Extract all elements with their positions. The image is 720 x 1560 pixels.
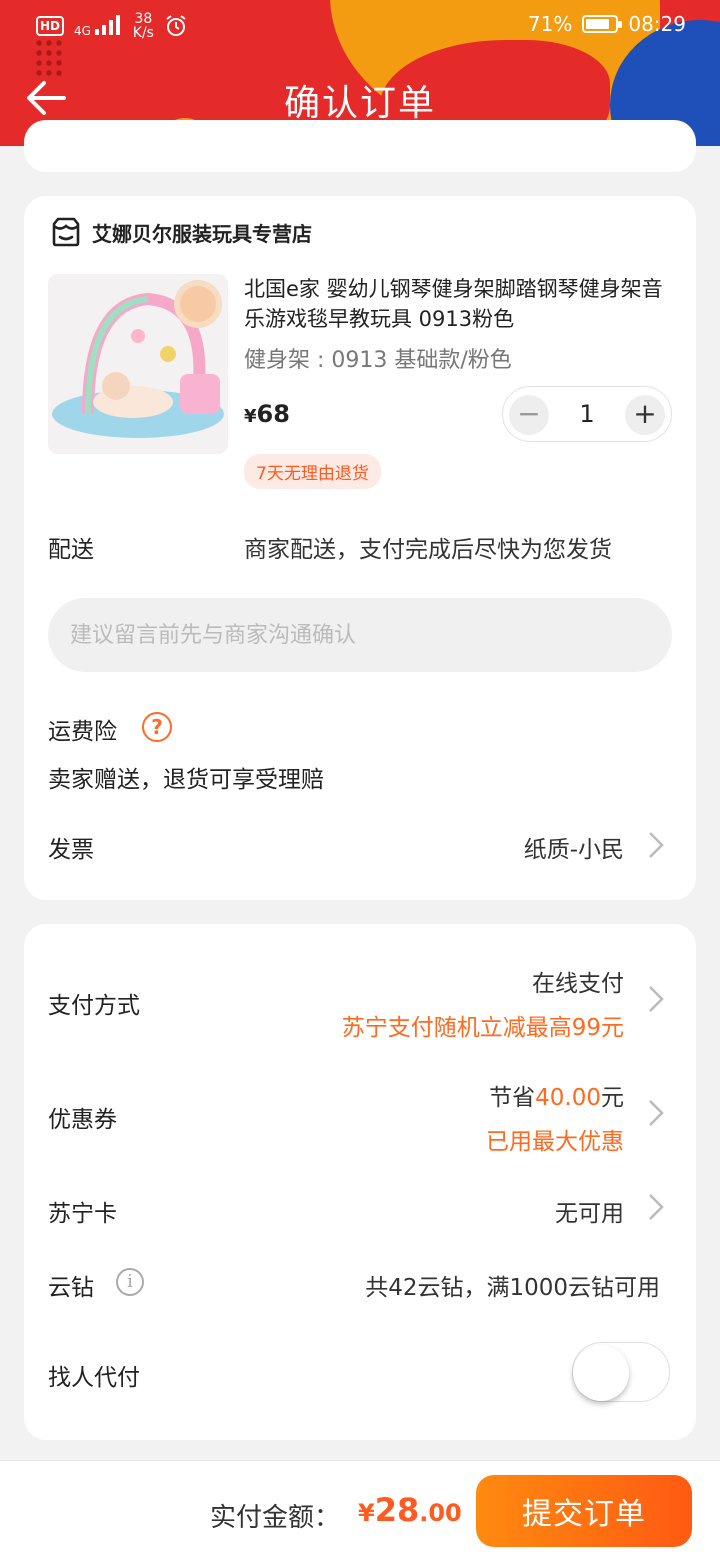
store-order-card: 艾娜贝尔服装玩具专营店 北国e家 婴幼儿钢琴健身架脚踏钢琴健身架音乐游戏毯早教玩…: [24, 196, 696, 900]
payment-promo: 苏宁支付随机立减最高99元: [341, 1015, 624, 1041]
chevron-right-icon: [646, 1098, 666, 1128]
store-header[interactable]: 艾娜贝尔服装玩具专营店: [50, 216, 312, 248]
payment-method-value: 在线支付: [532, 971, 624, 997]
suning-card-value: 无可用: [555, 1201, 624, 1227]
quantity-decrease-button[interactable]: −: [509, 395, 549, 435]
cloud-diamond-value: 共42云钻，满1000云钻可用: [365, 1275, 660, 1301]
total-currency: ¥: [358, 1499, 375, 1527]
chevron-right-icon: [646, 984, 666, 1014]
product-price: ¥68: [244, 400, 290, 428]
find-payer-toggle[interactable]: [572, 1342, 670, 1402]
page-title: 确认订单: [283, 83, 436, 124]
quantity-value[interactable]: 1: [563, 400, 611, 428]
speed-unit: K/s: [132, 25, 154, 41]
help-icon[interactable]: ?: [142, 712, 172, 742]
coupon-label: 优惠券: [48, 1107, 117, 1133]
battery-percent: 71%: [527, 12, 573, 36]
invoice-value: 纸质-小民: [523, 837, 624, 863]
payment-card: 支付方式 在线支付 苏宁支付随机立减最高99元 优惠券 节省40.00元 已用最…: [24, 924, 696, 1440]
total-decimal: .00: [419, 1499, 462, 1527]
coupon-save-suffix: 元: [601, 1085, 624, 1111]
quantity-stepper: − 1 +: [502, 386, 672, 442]
battery-icon: [582, 15, 623, 33]
coupon-save-amount: 40.00: [535, 1085, 601, 1111]
invoice-label: 发票: [48, 837, 94, 863]
price-value: 68: [256, 400, 290, 428]
baby-gym-image: [48, 274, 228, 454]
remark-input[interactable]: [48, 598, 672, 672]
submit-order-button[interactable]: 提交订单: [476, 1475, 692, 1547]
total-integer: 28: [374, 1491, 420, 1529]
payment-method-label: 支付方式: [48, 993, 140, 1019]
coupon-saving: 节省40.00元: [489, 1078, 624, 1112]
cloud-diamond-label: 云钻: [48, 1275, 94, 1301]
hd-icon: HD: [36, 16, 65, 36]
delivery-label: 配送: [48, 537, 94, 563]
product-title[interactable]: 北国e家 婴幼儿钢琴健身架脚踏钢琴健身架音乐游戏毯早教玩具 0913粉色: [244, 274, 674, 334]
suning-card-label: 苏宁卡: [48, 1201, 117, 1227]
signal-bars-icon: [94, 15, 120, 35]
product-image[interactable]: [48, 274, 228, 454]
total-label: 实付金额：: [210, 1503, 341, 1533]
chevron-right-icon: [646, 830, 666, 860]
quantity-increase-button[interactable]: +: [625, 395, 665, 435]
store-name: 艾娜贝尔服装玩具专营店: [92, 221, 312, 246]
find-payer-label: 找人代付: [48, 1365, 140, 1391]
coupon-save-prefix: 节省: [489, 1085, 536, 1111]
store-icon: [52, 217, 80, 247]
network-type: 4G: [74, 24, 91, 38]
return-policy-badge: 7天无理由退货: [244, 454, 381, 489]
delivery-value: 商家配送，支付完成后尽快为您发货: [244, 537, 612, 563]
checkout-bar: 实付金额： ¥28.00 提交订单: [0, 1460, 720, 1560]
currency-symbol: ¥: [244, 406, 257, 427]
product-spec: 健身架 : 0913 基础款/粉色: [244, 348, 512, 373]
clock: 08:29: [628, 12, 686, 36]
total-amount: ¥28.00: [358, 1491, 462, 1529]
alarm-icon: [166, 15, 186, 36]
coupon-status: 已用最大优惠: [486, 1129, 624, 1155]
freight-insurance-desc: 卖家赠送，退货可享受理赔: [48, 767, 324, 793]
toggle-knob: [573, 1345, 629, 1401]
address-card: [24, 120, 696, 172]
chevron-right-icon: [646, 1192, 666, 1222]
status-bar: HD 4G 38 K/s 71% 08:29: [0, 0, 720, 52]
freight-insurance-label: 运费险: [48, 719, 117, 745]
network-speed: 38 K/s: [133, 12, 154, 40]
signal-icon: 4G: [74, 15, 123, 37]
info-icon[interactable]: i: [116, 1268, 144, 1296]
